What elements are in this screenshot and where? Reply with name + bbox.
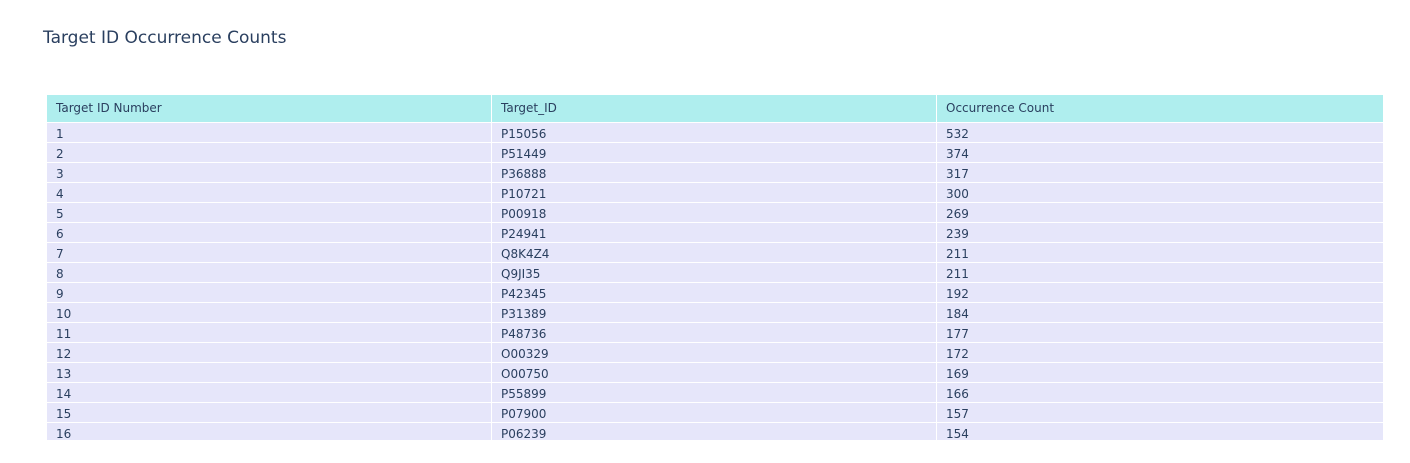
- table-row: 7 Q8K4Z4 211: [47, 243, 1383, 263]
- table-row: 2 P51449 374: [47, 143, 1383, 163]
- table-cell-target-id-number: 2: [47, 143, 492, 162]
- table-cell-target-id-number: 11: [47, 323, 492, 342]
- table-row: 4 P10721 300: [47, 183, 1383, 203]
- table-row: 3 P36888 317: [47, 163, 1383, 183]
- table-cell-target-id-number: 7: [47, 243, 492, 262]
- table-cell-occurrence-count: 166: [946, 387, 969, 401]
- table-cell-target-id-number: 16: [47, 423, 492, 440]
- table-row: 1 P15056 532: [47, 123, 1383, 143]
- column-header-target-id-number: Target ID Number: [47, 95, 492, 122]
- table-cell-target-id: Q8K4Z4: [492, 243, 937, 262]
- table-cell-target-id-number: 5: [47, 203, 492, 222]
- column-header-target-id: Target_ID: [492, 95, 937, 122]
- table-cell-target-id: P10721: [492, 183, 937, 202]
- table-cell-target-id-number: 14: [47, 383, 492, 402]
- table-cell-occurrence-count: 317: [946, 167, 969, 181]
- table-cell-target-id: P07900: [492, 403, 937, 422]
- table-cell-target-id: Q9JI35: [492, 263, 937, 282]
- table-row: 8 Q9JI35 211: [47, 263, 1383, 283]
- column-header-occurrence-count: Occurrence Count: [946, 101, 1055, 115]
- table-row: 5 P00918 269: [47, 203, 1383, 223]
- table-cell-occurrence-count: 211: [946, 267, 969, 281]
- table-row: 12 O00329 172: [47, 343, 1383, 363]
- table-row: 11 P48736 177: [47, 323, 1383, 343]
- chart-title: Target ID Occurrence Counts: [43, 28, 287, 48]
- table-row: 9 P42345 192: [47, 283, 1383, 303]
- table-cell-target-id: P31389: [492, 303, 937, 322]
- table-cell-occurrence-count: 239: [946, 227, 969, 241]
- table-row: 10 P31389 184: [47, 303, 1383, 323]
- table-cell-target-id: O00750: [492, 363, 937, 382]
- table-cell-target-id: P48736: [492, 323, 937, 342]
- table-cell-target-id-number: 13: [47, 363, 492, 382]
- table-cell-occurrence-count: 192: [946, 287, 969, 301]
- table-row: 6 P24941 239: [47, 223, 1383, 243]
- table-cell-occurrence-count: 211: [946, 247, 969, 261]
- table-row: 15 P07900 157: [47, 403, 1383, 423]
- table-cell-target-id: O00329: [492, 343, 937, 362]
- table-cell-target-id-number: 1: [47, 123, 492, 142]
- table-cell-target-id-number: 6: [47, 223, 492, 242]
- table-cell-target-id-number: 9: [47, 283, 492, 302]
- table-row: 16 P06239 154: [47, 423, 1383, 440]
- table-cell-occurrence-count: 172: [946, 347, 969, 361]
- table-cell-target-id-number: 15: [47, 403, 492, 422]
- table-header-row: Target ID Number Target_ID Occurrence Co…: [47, 95, 1383, 123]
- table-cell-target-id: P51449: [492, 143, 937, 162]
- table-cell-target-id-number: 4: [47, 183, 492, 202]
- table-cell-target-id-number: 8: [47, 263, 492, 282]
- table-cell-target-id: P42345: [492, 283, 937, 302]
- table-cell-occurrence-count: 300: [946, 187, 969, 201]
- table-cell-occurrence-count: 184: [946, 307, 969, 321]
- table-cell-target-id: P15056: [492, 123, 937, 142]
- table-cell-target-id: P24941: [492, 223, 937, 242]
- table-cell-occurrence-count: 269: [946, 207, 969, 221]
- table-cell-target-id: P00918: [492, 203, 937, 222]
- data-table: Target ID Number Target_ID Occurrence Co…: [47, 95, 1383, 440]
- table-cell-target-id: P55899: [492, 383, 937, 402]
- table-cell-target-id-number: 12: [47, 343, 492, 362]
- table-cell-target-id: P06239: [492, 423, 937, 440]
- table-cell-target-id: P36888: [492, 163, 937, 182]
- table-cell-occurrence-count: 374: [946, 147, 969, 161]
- table-row: 14 P55899 166: [47, 383, 1383, 403]
- table-cell-occurrence-count: 532: [946, 127, 969, 141]
- table-body: 1 P15056 532 2 P51449 374 3 P36888 317 4 P10721 300…: [47, 123, 1383, 440]
- table-cell-target-id-number: 10: [47, 303, 492, 322]
- table-cell-occurrence-count: 157: [946, 407, 969, 421]
- table-cell-target-id-number: 3: [47, 163, 492, 182]
- table-row: 13 O00750 169: [47, 363, 1383, 383]
- table-cell-occurrence-count: 154: [946, 427, 969, 440]
- table-cell-occurrence-count: 177: [946, 327, 969, 341]
- table-cell-occurrence-count: 169: [946, 367, 969, 381]
